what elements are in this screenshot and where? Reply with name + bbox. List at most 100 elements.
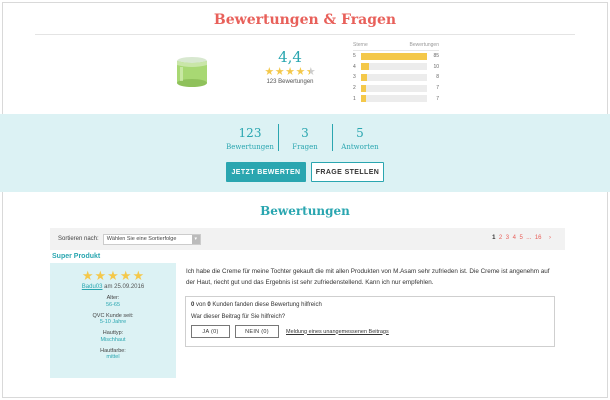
review-title: Super Produkt bbox=[52, 253, 101, 260]
author-link[interactable]: Badu03 bbox=[82, 284, 103, 290]
stat-reviews[interactable]: 123 Bewertungen bbox=[223, 124, 278, 151]
rate-now-button[interactable]: JETZT BEWERTEN bbox=[226, 162, 306, 182]
pagination-page[interactable]: 4 bbox=[513, 235, 516, 241]
distribution-star-level: 4 bbox=[353, 63, 356, 70]
chevron-right-icon[interactable]: › bbox=[549, 235, 551, 241]
distribution-bar-track bbox=[361, 84, 427, 92]
stat-label: Fragen bbox=[292, 143, 318, 151]
author-line: Badu03 am 25.09.2016 bbox=[50, 284, 176, 290]
sort-bar: Sortieren nach: Wählen Sie eine Sortierf… bbox=[50, 228, 565, 250]
star-icon: ★ bbox=[94, 268, 107, 283]
review-rating-stars: ★ ★ ★ ★ ★ bbox=[50, 269, 176, 282]
author-meta-value: Mischhaut bbox=[100, 336, 126, 343]
star-icon: ★ bbox=[132, 268, 145, 283]
vote-no-button[interactable]: NEIN (0) bbox=[235, 325, 279, 338]
stats-row: 123 Bewertungen 3 Fragen 5 Antworten bbox=[0, 124, 610, 151]
distribution-col-stars: Sterne bbox=[353, 42, 368, 48]
distribution-row[interactable]: 4 10 bbox=[353, 62, 439, 73]
distribution-star-level: 2 bbox=[353, 85, 356, 92]
stat-label: Bewertungen bbox=[226, 143, 274, 151]
distribution-header: Sterne Bewertungen bbox=[353, 42, 439, 51]
distribution-row[interactable]: 5 85 bbox=[353, 51, 439, 62]
stat-number: 3 bbox=[301, 126, 309, 140]
distribution-count: 7 bbox=[436, 85, 439, 92]
average-rating: 4,4 ★ ★ ★ ★ ★ 123 Bewertungen bbox=[262, 48, 318, 85]
pagination-page[interactable]: 3 bbox=[506, 235, 509, 241]
rating-distribution: Sterne Bewertungen 5 85 4 10 3 8 2 7 1 7 bbox=[353, 42, 439, 104]
author-meta-label: Alter: bbox=[106, 295, 120, 301]
distribution-bar-track bbox=[361, 95, 427, 103]
star-icon: ★ bbox=[107, 268, 119, 283]
distribution-bar-fill bbox=[361, 73, 368, 81]
pagination-page[interactable]: 2 bbox=[499, 235, 502, 241]
helpful-total-value: 0 bbox=[207, 302, 211, 308]
helpful-question: War dieser Beitrag für Sie hilfreich? bbox=[191, 314, 286, 320]
helpful-count-mid: von bbox=[196, 302, 206, 308]
author-meta-label: QVC Kunde seit: bbox=[92, 312, 134, 319]
distribution-star-level: 3 bbox=[353, 74, 356, 81]
distribution-bar-track bbox=[361, 73, 427, 81]
stats-band: 123 Bewertungen 3 Fragen 5 Antworten JET… bbox=[0, 114, 610, 192]
author-meta: Hautfarbe: mittel bbox=[50, 348, 176, 361]
pagination-page[interactable]: 5 bbox=[519, 235, 522, 241]
product-image bbox=[177, 57, 207, 87]
report-link[interactable]: Meldung eines unangemessenen Beitrags bbox=[286, 329, 389, 335]
helpful-box: 0 von 0 Kunden fanden diese Bewertung hi… bbox=[185, 296, 555, 347]
vote-row: JA (0) NEIN (0) Meldung eines unangemess… bbox=[191, 325, 549, 338]
distribution-col-reviews: Bewertungen bbox=[409, 42, 439, 48]
distribution-star-level: 1 bbox=[353, 95, 356, 102]
author-meta: Hauttyp: Mischhaut bbox=[50, 330, 176, 343]
distribution-row[interactable]: 17 bbox=[353, 93, 439, 104]
distribution-bar-fill bbox=[361, 95, 367, 103]
author-meta-value: 5-10 Jahre bbox=[99, 319, 127, 325]
helpful-count-value: 0 bbox=[191, 302, 195, 308]
reviews-section-title: Bewertungen bbox=[260, 204, 350, 218]
star-icon: ★ bbox=[295, 66, 306, 78]
author-meta: Alter: 56-65 bbox=[50, 295, 176, 308]
average-rating-value: 4,4 bbox=[278, 48, 302, 66]
distribution-count: 8 bbox=[436, 74, 439, 81]
distribution-row[interactable]: 27 bbox=[353, 83, 439, 94]
stat-answers[interactable]: 5 Antworten bbox=[333, 124, 388, 151]
sort-select-value: Wählen Sie eine Sortierfolge bbox=[106, 236, 177, 242]
pagination: 1 2 3 4 5... 16 › bbox=[492, 235, 551, 241]
action-buttons: JETZT BEWERTEN FRAGE STELLEN bbox=[0, 162, 610, 182]
author-meta-value: mittel bbox=[106, 354, 120, 360]
star-icon: ★ bbox=[305, 66, 316, 78]
pagination-page[interactable]: 16 bbox=[535, 235, 542, 241]
distribution-count: 7 bbox=[436, 95, 439, 102]
review-text: Ich habe die Creme für meine Tochter gek… bbox=[186, 268, 550, 286]
helpful-count: 0 von 0 Kunden fanden diese Bewertung hi… bbox=[191, 302, 549, 308]
distribution-bar-fill bbox=[361, 63, 369, 71]
ask-question-button[interactable]: FRAGE STELLEN bbox=[311, 162, 384, 182]
distribution-star-level: 5 bbox=[353, 53, 356, 60]
stat-questions[interactable]: 3 Fragen bbox=[277, 124, 333, 151]
stat-number: 123 bbox=[238, 126, 262, 140]
distribution-bar-fill bbox=[361, 52, 427, 60]
star-icon: ★ bbox=[274, 66, 285, 78]
distribution-row[interactable]: 38 bbox=[353, 72, 439, 83]
star-icon: ★ bbox=[264, 66, 275, 78]
pagination-ellipsis: ... bbox=[526, 235, 532, 241]
review-author-panel: ★ ★ ★ ★ ★ Badu03 am 25.09.2016 Alter: 56-65 QV… bbox=[50, 263, 176, 378]
sort-select[interactable]: Wählen Sie eine Sortierfolge ▾ bbox=[102, 233, 201, 245]
chevron-down-icon: ▾ bbox=[191, 234, 200, 244]
author-meta-label: Hautfarbe: bbox=[100, 347, 126, 354]
author-meta-value: 56-65 bbox=[105, 301, 121, 308]
distribution-bar-fill bbox=[361, 84, 367, 92]
distribution-count: 85 bbox=[433, 53, 439, 60]
helpful-count-end: Kunden fanden diese Bewertung hilfreich bbox=[212, 302, 322, 308]
star-icon: ★ bbox=[119, 268, 132, 283]
distribution-bar-track bbox=[361, 63, 427, 71]
title-divider bbox=[35, 34, 575, 35]
page-title: Bewertungen & Fragen bbox=[213, 12, 397, 28]
stat-label: Antworten bbox=[341, 143, 379, 151]
star-icon: ★ bbox=[285, 66, 295, 78]
distribution-bar-track bbox=[361, 52, 427, 60]
distribution-count: 10 bbox=[433, 63, 439, 70]
author-meta: QVC Kunde seit: 5-10 Jahre bbox=[50, 313, 176, 326]
stat-number: 5 bbox=[356, 126, 364, 140]
pagination-page[interactable]: 1 bbox=[492, 235, 495, 241]
vote-yes-button[interactable]: JA (0) bbox=[191, 325, 230, 338]
star-icon: ★ bbox=[81, 268, 94, 283]
